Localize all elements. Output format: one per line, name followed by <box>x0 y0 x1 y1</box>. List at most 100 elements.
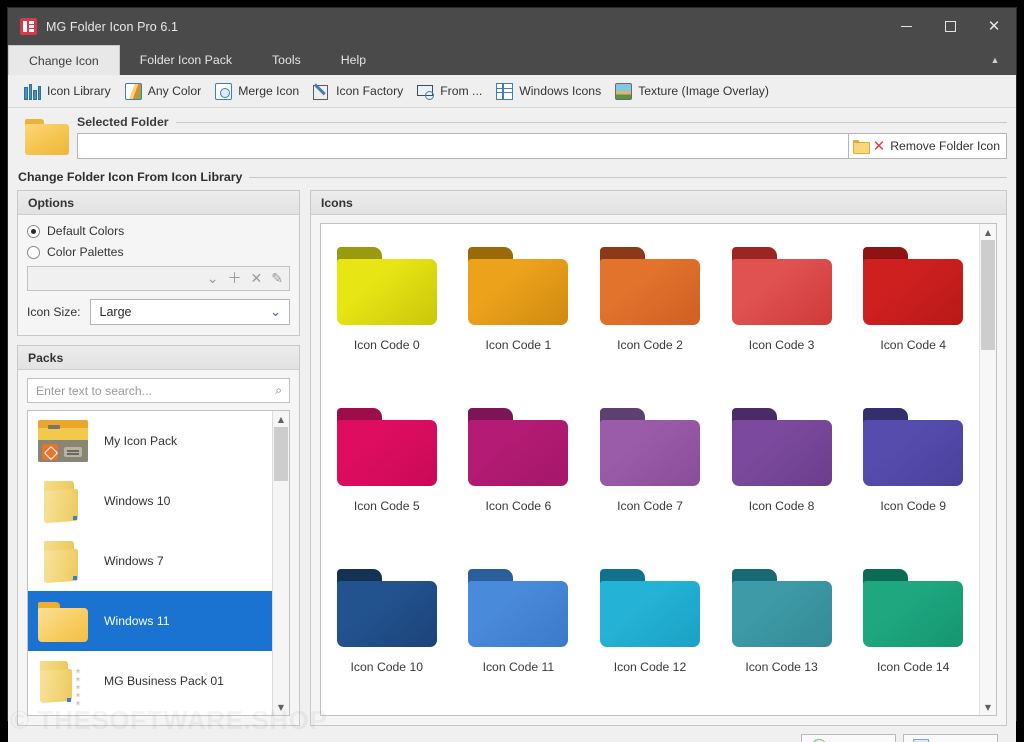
icon-label: Icon Code 3 <box>748 338 815 352</box>
ribbon-merge-icon[interactable]: Merge Icon <box>212 78 308 104</box>
tab-tools[interactable]: Tools <box>252 45 321 75</box>
chevron-down-icon: ⌄ <box>270 304 281 320</box>
pack-thumb-windows-10 <box>34 476 92 526</box>
palette-edit-icon[interactable]: ✎ <box>271 272 283 286</box>
folder-body <box>731 420 832 486</box>
pack-thumb-my-icon-pack <box>34 416 92 466</box>
window-controls: ✕ <box>884 8 1016 45</box>
packs-panel: Packs Enter text to search... ⌕ My Icon … <box>17 345 300 726</box>
maximize-button[interactable] <box>928 8 972 45</box>
pack-name: My Icon Pack <box>104 434 178 448</box>
group-divider <box>175 121 1007 123</box>
folder-path-input[interactable] <box>77 133 848 159</box>
folder-icon <box>599 247 700 325</box>
icon-cell[interactable]: Icon Code 11 <box>453 554 585 715</box>
selected-folder-label: Selected Folder <box>77 115 169 129</box>
collapse-ribbon-icon[interactable]: ▲ <box>978 45 1012 75</box>
icon-cell[interactable]: Icon Code 8 <box>716 393 848 554</box>
icons-scroll-down-icon[interactable]: ▼ <box>980 699 996 715</box>
icons-scrollbar[interactable]: ▲ ▼ <box>979 224 996 715</box>
ribbon-windows-icons[interactable]: Windows Icons <box>493 78 610 104</box>
action-bar: Apply ✕ Close <box>17 726 1007 742</box>
close-button[interactable]: ✕ <box>972 8 1016 45</box>
selected-folder-group-title: Selected Folder <box>77 115 1007 129</box>
minimize-button[interactable] <box>884 8 928 45</box>
folder-body <box>336 581 437 647</box>
list-item[interactable]: MG Business Pack 01 <box>28 651 272 711</box>
icon-cell[interactable]: Icon Code 7 <box>584 393 716 554</box>
ribbon-texture-overlay-label: Texture (Image Overlay) <box>638 84 769 98</box>
palette-delete-icon[interactable]: ✕ <box>251 272 263 286</box>
radio-default-colors[interactable]: Default Colors <box>27 224 290 238</box>
icon-cell[interactable]: Icon Code 9 <box>847 393 979 554</box>
folder-body <box>599 581 700 647</box>
icon-cell[interactable]: Icon Code 6 <box>453 393 585 554</box>
title-bar: MG Folder Icon Pro 6.1 ✕ <box>8 8 1016 45</box>
packs-scroll-down-icon[interactable]: ▼ <box>273 699 289 715</box>
folder-body <box>599 259 700 325</box>
folder-browse-icon[interactable] <box>852 140 870 154</box>
list-item[interactable]: Windows 10 <box>28 471 272 531</box>
folder-body <box>731 259 832 325</box>
palette-dropdown-icon[interactable]: ⌄ <box>207 272 219 286</box>
close-dialog-button[interactable]: ✕ Close <box>903 733 998 742</box>
remove-x-icon[interactable]: ✕ <box>873 138 886 154</box>
folder-body <box>599 420 700 486</box>
tab-folder-icon-pack[interactable]: Folder Icon Pack <box>120 45 252 75</box>
left-column: Options Default Colors Color Palettes ⌄ … <box>17 190 300 726</box>
icon-cell[interactable]: Icon Code 4 <box>847 232 979 393</box>
packs-search-input[interactable]: Enter text to search... ⌕ <box>27 378 290 403</box>
ribbon-toolbar: Icon Library Any Color Merge Icon Icon F… <box>8 75 1016 108</box>
icon-label: Icon Code 13 <box>745 660 818 674</box>
radio-default-colors-label: Default Colors <box>47 224 125 238</box>
tab-bar: Change Icon Folder Icon Pack Tools Help … <box>8 45 1016 75</box>
icons-grid: Icon Code 0 Icon Code 1 Icon Code 2 Icon Co… <box>321 224 979 715</box>
icon-label: Icon Code 12 <box>613 660 687 674</box>
ribbon-texture-overlay[interactable]: Texture (Image Overlay) <box>612 78 778 104</box>
options-panel: Options Default Colors Color Palettes ⌄ … <box>17 190 300 336</box>
ribbon-from-image[interactable]: From ... <box>414 78 491 104</box>
packs-scroll-thumb[interactable] <box>274 427 288 481</box>
icon-size-label: Icon Size: <box>27 305 81 319</box>
texture-overlay-icon <box>615 82 633 100</box>
icon-cell[interactable]: Icon Code 5 <box>321 393 453 554</box>
packs-list: My Icon Pack Windows 10 Windows 7 Window… <box>28 411 272 715</box>
search-icon[interactable]: ⌕ <box>275 383 282 398</box>
tab-change-icon[interactable]: Change Icon <box>8 45 120 75</box>
icon-cell[interactable]: Icon Code 2 <box>584 232 716 393</box>
packs-list-container: My Icon Pack Windows 10 Windows 7 Window… <box>27 410 290 716</box>
ribbon-icon-library[interactable]: Icon Library <box>21 78 120 104</box>
section-title: Change Folder Icon From Icon Library <box>18 170 1007 184</box>
tab-help[interactable]: Help <box>321 45 386 75</box>
folder-body <box>336 420 437 486</box>
close-icon: ✕ <box>987 17 1001 35</box>
ribbon-from-image-label: From ... <box>440 84 483 98</box>
packs-scrollbar[interactable]: ▲ ▼ <box>272 411 289 715</box>
icon-cell[interactable]: Icon Code 0 <box>321 232 453 393</box>
icon-cell[interactable]: Icon Code 12 <box>584 554 716 715</box>
folder-icon <box>863 569 964 647</box>
packs-panel-header: Packs <box>18 346 299 370</box>
packs-scroll-up-icon[interactable]: ▲ <box>273 411 289 427</box>
folder-icon <box>468 569 569 647</box>
right-column: Icons Icon Code 0 Icon Code 1 Icon Code 2I… <box>310 190 1007 726</box>
icons-scroll-thumb[interactable] <box>981 240 995 350</box>
icon-cell[interactable]: Icon Code 1 <box>453 232 585 393</box>
icon-factory-icon <box>313 83 330 100</box>
list-item-selected[interactable]: Windows 11 <box>28 591 272 651</box>
icon-cell[interactable]: Icon Code 13 <box>716 554 848 715</box>
list-item[interactable]: My Icon Pack <box>28 411 272 471</box>
icons-scroll-up-icon[interactable]: ▲ <box>980 224 996 240</box>
radio-color-palettes[interactable]: Color Palettes <box>27 245 290 259</box>
icon-cell[interactable]: Icon Code 14 <box>847 554 979 715</box>
apply-button[interactable]: Apply <box>801 733 896 742</box>
ribbon-icon-factory[interactable]: Icon Factory <box>310 78 412 104</box>
icon-cell[interactable]: Icon Code 3 <box>716 232 848 393</box>
palette-add-icon[interactable]: ＋ <box>228 272 242 286</box>
palette-selector[interactable]: ⌄ ＋ ✕ ✎ <box>27 266 290 291</box>
list-item[interactable]: Windows 7 <box>28 531 272 591</box>
icon-cell[interactable]: Icon Code 10 <box>321 554 453 715</box>
icon-size-select[interactable]: Large ⌄ <box>89 299 290 325</box>
remove-folder-icon-button[interactable]: Remove Folder Icon <box>890 139 1000 153</box>
ribbon-any-color[interactable]: Any Color <box>122 78 211 104</box>
